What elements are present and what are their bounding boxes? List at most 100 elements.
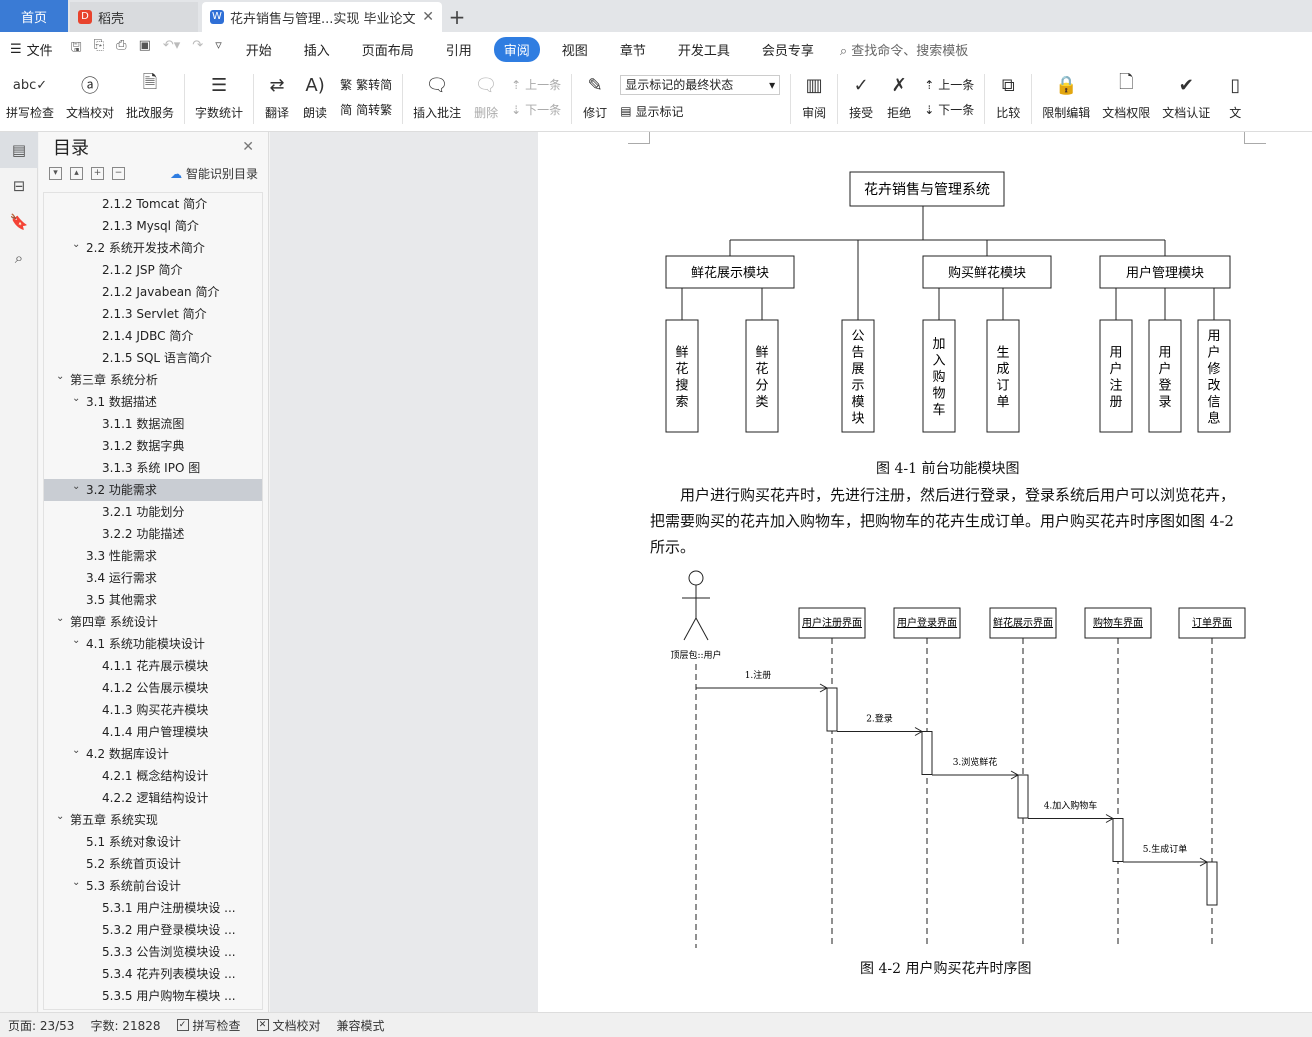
chevron-down-icon[interactable]: ⌄ [72, 234, 80, 256]
toc-item[interactable]: ⌄ 5.3 系统前台设计 [44, 875, 262, 897]
toc-panel-icon[interactable]: ▤ [0, 132, 38, 168]
toc-item[interactable]: 2.1.4 JDBC 简介 [44, 325, 262, 347]
toc-item[interactable]: 4.1.2 公告展示模块 [44, 677, 262, 699]
undo-icon[interactable]: ↶▾ [163, 38, 180, 60]
more-ribbon-button[interactable]: ▯ 文 [1216, 66, 1254, 128]
toc-item[interactable]: 2.1.3 Servlet 简介 [44, 303, 262, 325]
tab-draft[interactable]: D 稻壳 [70, 2, 198, 32]
show-markup-button[interactable]: ▤ 显示标记 [620, 103, 780, 120]
nav-panel-icon[interactable]: ⊟ [0, 168, 38, 204]
chevron-down-icon[interactable]: ⌄ [72, 476, 80, 498]
review-pane-button[interactable]: ▥ 审阅 [795, 66, 833, 128]
smart-toc-button[interactable]: ☁ 智能识别目录 [170, 165, 258, 182]
new-tab-button[interactable]: + [442, 2, 472, 32]
toc-item[interactable]: 3.3 性能需求 [44, 545, 262, 567]
next-change-button[interactable]: ⇣ 下一条 [924, 101, 974, 118]
save-icon[interactable]: 🖫 [71, 38, 82, 60]
collapse-all-icon[interactable]: ▾ [49, 166, 62, 180]
customize-icon[interactable]: ▿ [215, 38, 222, 60]
chevron-down-icon[interactable]: ⌄ [56, 366, 64, 388]
command-search[interactable]: ⌕ 查找命令、搜索模板 [840, 40, 968, 59]
trad-to-simp-button[interactable]: 繁繁转简 [340, 76, 392, 93]
page-indicator[interactable]: 页面: 23/53 [8, 1017, 74, 1034]
tab-document[interactable]: W 花卉销售与管理...实现 毕业论文 ✕ [202, 2, 442, 32]
menu-start[interactable]: 开始 [236, 37, 282, 62]
redo-icon[interactable]: ↷ [192, 38, 203, 60]
toc-item[interactable]: 5.3.1 用户注册模块设 ... [44, 897, 262, 919]
toc-item[interactable]: 3.1.2 数据字典 [44, 435, 262, 457]
add-level-icon[interactable]: + [91, 166, 104, 180]
remove-level-icon[interactable]: − [112, 166, 125, 180]
toc-item[interactable]: ⌄ 2.2 系统开发技术简介 [44, 237, 262, 259]
chevron-down-icon[interactable]: ⌄ [56, 608, 64, 630]
chevron-down-icon[interactable]: ⌄ [72, 872, 80, 894]
chevron-down-icon[interactable]: ⌄ [72, 630, 80, 652]
toc-item[interactable]: 5.3.3 公告浏览模块设 ... [44, 941, 262, 963]
doc-auth-button[interactable]: ✔ 文档认证 [1156, 66, 1216, 128]
prev-change-button[interactable]: ⇡ 上一条 [924, 76, 974, 93]
toc-item[interactable]: 4.2.1 概念结构设计 [44, 765, 262, 787]
toc-item[interactable]: 4.2.2 逻辑结构设计 [44, 787, 262, 809]
prev-comment-button[interactable]: ⇡ 上一条 [511, 76, 561, 93]
menu-devtools[interactable]: 开发工具 [668, 37, 740, 62]
toc-item[interactable]: 3.2.2 功能描述 [44, 523, 262, 545]
toc-item[interactable]: 2.1.5 SQL 语言简介 [44, 347, 262, 369]
accept-button[interactable]: ✓ 接受 [842, 66, 880, 128]
read-aloud-button[interactable]: A) 朗读 [296, 66, 334, 128]
close-icon[interactable]: ✕ [242, 139, 254, 155]
toc-item[interactable]: 3.4 运行需求 [44, 567, 262, 589]
toc-item[interactable]: 5.3.5 用户购物车模块 ... [44, 985, 262, 1007]
translate-button[interactable]: ⇄ 翻译 [258, 66, 296, 128]
menu-chapter[interactable]: 章节 [610, 37, 656, 62]
spell-check-button[interactable]: abc✓ 拼写检查 [0, 66, 60, 128]
word-count-indicator[interactable]: 字数: 21828 [90, 1017, 160, 1034]
next-comment-button[interactable]: ⇣ 下一条 [511, 101, 561, 118]
menu-layout[interactable]: 页面布局 [352, 37, 424, 62]
menu-view[interactable]: 视图 [552, 37, 598, 62]
menu-review[interactable]: 审阅 [493, 36, 540, 62]
toc-item[interactable]: 4.1.1 花卉展示模块 [44, 655, 262, 677]
toc-item[interactable]: 3.1.1 数据流图 [44, 413, 262, 435]
toc-item[interactable]: 5.1 系统对象设计 [44, 831, 262, 853]
tab-home[interactable]: 首页 [0, 0, 68, 32]
file-menu[interactable]: ☰ 文件 [0, 40, 63, 59]
close-icon[interactable]: ✕ [422, 9, 434, 25]
insert-comment-button[interactable]: 🗨 插入批注 [407, 66, 467, 128]
expand-all-icon[interactable]: ▴ [70, 166, 83, 180]
toc-item[interactable]: 4.1.3 购买花卉模块 [44, 699, 262, 721]
chevron-down-icon[interactable]: ⌄ [72, 740, 80, 762]
toc-item[interactable]: 2.1.2 Javabean 简介 [44, 281, 262, 303]
toc-item[interactable]: ⌄ 3.2 功能需求 [44, 479, 262, 501]
bookmark-icon[interactable]: 🔖 [0, 204, 38, 240]
menu-insert[interactable]: 插入 [294, 37, 340, 62]
status-doc-proof[interactable]: ✕ 文档校对 [256, 1017, 321, 1034]
toc-item[interactable]: 3.2.1 功能划分 [44, 501, 262, 523]
doc-proof-button[interactable]: ⓐ 文档校对 [60, 66, 120, 128]
toc-item[interactable]: 5.3.4 花卉列表模块设 ... [44, 963, 262, 985]
annot-service-button[interactable]: 🗎 批改服务 [120, 66, 180, 128]
print-icon[interactable]: ⎙ [116, 38, 126, 60]
menu-member[interactable]: 会员专享 [752, 37, 824, 62]
toc-item[interactable]: ⌄ 3.1 数据描述 [44, 391, 262, 413]
chevron-down-icon[interactable]: ⌄ [72, 388, 80, 410]
toc-item[interactable]: 2.1.2 Tomcat 简介 [44, 193, 262, 215]
search-icon[interactable]: ⌕ [0, 240, 38, 276]
track-changes-button[interactable]: ✎ 修订 [576, 66, 614, 128]
status-spell-check[interactable]: ✓ 拼写检查 [176, 1017, 241, 1034]
toc-item[interactable]: 2.1.2 JSP 简介 [44, 259, 262, 281]
toc-item[interactable]: ⌄ 4.2 数据库设计 [44, 743, 262, 765]
chevron-down-icon[interactable]: ⌄ [56, 806, 64, 828]
reject-button[interactable]: ✗ 拒绝 [880, 66, 918, 128]
toc-item[interactable]: 5.3.2 用户登录模块设 ... [44, 919, 262, 941]
restrict-edit-button[interactable]: 🔒 限制编辑 [1036, 66, 1096, 128]
delete-comment-button[interactable]: 🗨 删除 [467, 66, 505, 128]
compare-button[interactable]: ⧉ 比较 [989, 66, 1027, 128]
menu-reference[interactable]: 引用 [436, 37, 482, 62]
preview-icon[interactable]: ▣ [139, 38, 151, 60]
simp-to-trad-button[interactable]: 简简转繁 [340, 101, 392, 118]
word-count-button[interactable]: ☰ 字数统计 [189, 66, 249, 128]
toc-item[interactable]: ⌄ 第五章 系统实现 [44, 809, 262, 831]
toc-item[interactable]: 3.5 其他需求 [44, 589, 262, 611]
doc-permission-button[interactable]: 🗋 文档权限 [1096, 66, 1156, 128]
markup-select[interactable]: 显示标记的最终状态 ▾ [620, 74, 781, 95]
